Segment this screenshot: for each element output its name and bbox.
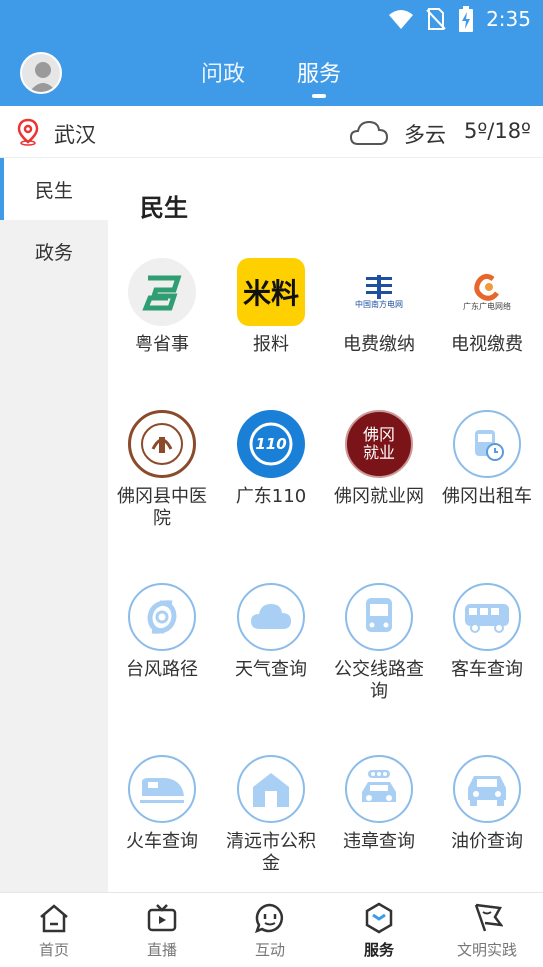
china-southern-power-grid-logo: 中国南方电网 xyxy=(345,258,413,326)
service-label: 佛冈就业网 xyxy=(334,486,424,507)
taxi-icon xyxy=(453,410,521,478)
chat-icon xyxy=(254,903,284,934)
service-label: 报料 xyxy=(253,334,289,355)
tab-fuwu[interactable]: 服务 xyxy=(297,56,341,88)
service-typhoon[interactable]: 台风路径 xyxy=(108,583,216,681)
service-violation[interactable]: 违章查询 xyxy=(325,755,433,853)
tab-indicator xyxy=(312,94,326,98)
house-icon xyxy=(237,755,305,823)
car-icon xyxy=(453,755,521,823)
service-icon xyxy=(365,902,393,934)
service-label: 电视缴费 xyxy=(451,334,523,355)
service-hospital[interactable]: 佛冈县中医院 xyxy=(108,410,216,530)
service-label: 电费缴纳 xyxy=(343,334,415,355)
cloud-icon xyxy=(349,120,389,145)
baoliao-logo-text: 料 xyxy=(271,277,300,310)
service-taxi[interactable]: 佛冈出租车 xyxy=(433,410,541,508)
battery-charging-icon xyxy=(459,6,474,32)
cloud-icon xyxy=(237,583,305,651)
guangdong-110-logo: 110 xyxy=(237,410,305,478)
nav-live[interactable]: 直播 xyxy=(108,901,216,960)
wifi-icon xyxy=(389,10,414,29)
nav-interact[interactable]: 互动 xyxy=(216,901,324,960)
service-oil-price[interactable]: 油价查询 xyxy=(433,755,541,853)
cable-tv-logo-text: 广东广电网络 xyxy=(463,301,511,311)
bus-icon xyxy=(345,583,413,651)
service-label: 火车查询 xyxy=(126,831,198,852)
side-nav: 民生 政务 xyxy=(0,158,108,892)
typhoon-icon xyxy=(128,583,196,651)
service-jiuye[interactable]: 佛冈就业 佛冈就业网 xyxy=(325,410,433,508)
nav-label: 直播 xyxy=(146,941,177,959)
service-bus[interactable]: 公交线路查询 xyxy=(325,583,433,703)
service-baoliao[interactable]: 米料 报料 xyxy=(217,258,325,356)
service-label: 清远市公积金 xyxy=(226,831,316,874)
yueshengshi-logo xyxy=(128,258,196,326)
location-city[interactable]: 武汉 xyxy=(54,119,96,149)
status-bar: 2:35 xyxy=(0,0,543,38)
no-sim-icon xyxy=(426,8,446,30)
service-label: 天气查询 xyxy=(235,659,307,680)
traffic-car-icon xyxy=(345,755,413,823)
service-label: 违章查询 xyxy=(343,831,415,852)
nav-civilization[interactable]: 文明实践 xyxy=(433,901,541,960)
service-gd110[interactable]: 110 广东110 xyxy=(217,410,325,508)
avatar[interactable] xyxy=(20,52,62,94)
service-label: 公交线路查询 xyxy=(334,659,424,702)
side-item-zhengwu[interactable]: 政务 xyxy=(0,220,108,282)
service-yueshengshi[interactable]: 粤省事 xyxy=(108,258,216,356)
guangdong-cable-tv-logo: 广东广电网络 xyxy=(453,258,521,326)
service-label: 油价查询 xyxy=(451,831,523,852)
service-label: 佛冈出租车 xyxy=(442,486,532,507)
service-train[interactable]: 火车查询 xyxy=(108,755,216,853)
service-label: 广东110 xyxy=(235,486,307,507)
service-label: 佛冈县中医院 xyxy=(117,486,207,529)
weather-description: 多云 xyxy=(404,123,446,147)
service-housing-fund[interactable]: 清远市公积金 xyxy=(217,755,325,875)
nav-label: 服务 xyxy=(363,941,394,959)
app-header: 问政 服务 xyxy=(0,38,543,106)
tab-wenzheng[interactable]: 问政 xyxy=(201,56,245,88)
fogang-employment-logo: 佛冈就业 xyxy=(345,410,413,478)
coach-icon xyxy=(453,583,521,651)
weather-temperature: 5º/18º xyxy=(464,119,531,143)
baoliao-logo: 米料 xyxy=(237,258,305,326)
service-label: 台风路径 xyxy=(126,659,198,680)
service-label: 粤省事 xyxy=(135,334,189,355)
tv-icon xyxy=(147,904,177,932)
service-weather[interactable]: 天气查询 xyxy=(217,583,325,681)
nav-label: 互动 xyxy=(254,941,285,959)
flag-icon xyxy=(474,903,503,932)
status-time: 2:35 xyxy=(486,7,531,31)
section-title: 民生 xyxy=(140,194,188,222)
service-dianfei[interactable]: 中国南方电网 电费缴纳 xyxy=(325,258,433,356)
hospital-logo xyxy=(128,410,196,478)
service-coach[interactable]: 客车查询 xyxy=(433,583,541,681)
home-icon xyxy=(40,904,68,933)
nav-label: 首页 xyxy=(38,941,69,959)
power-grid-logo-text: 中国南方电网 xyxy=(355,299,403,309)
location-bar: 武汉 多云 5º/18º xyxy=(0,106,543,158)
status-icons: 2:35 xyxy=(388,6,531,32)
service-dianshi[interactable]: 广东广电网络 电视缴费 xyxy=(433,258,541,356)
bottom-nav: 首页 直播 互动 服务 文明实践 xyxy=(0,892,543,967)
train-icon xyxy=(128,755,196,823)
gd110-logo-text: 110 xyxy=(255,435,287,453)
employment-logo-text: 佛冈就业 xyxy=(362,425,395,462)
nav-label: 文明实践 xyxy=(456,941,517,959)
service-label: 客车查询 xyxy=(451,659,523,680)
nav-home[interactable]: 首页 xyxy=(0,901,108,960)
side-item-minsheng[interactable]: 民生 xyxy=(0,158,108,220)
nav-service[interactable]: 服务 xyxy=(325,901,433,960)
location-pin-icon xyxy=(17,118,39,146)
